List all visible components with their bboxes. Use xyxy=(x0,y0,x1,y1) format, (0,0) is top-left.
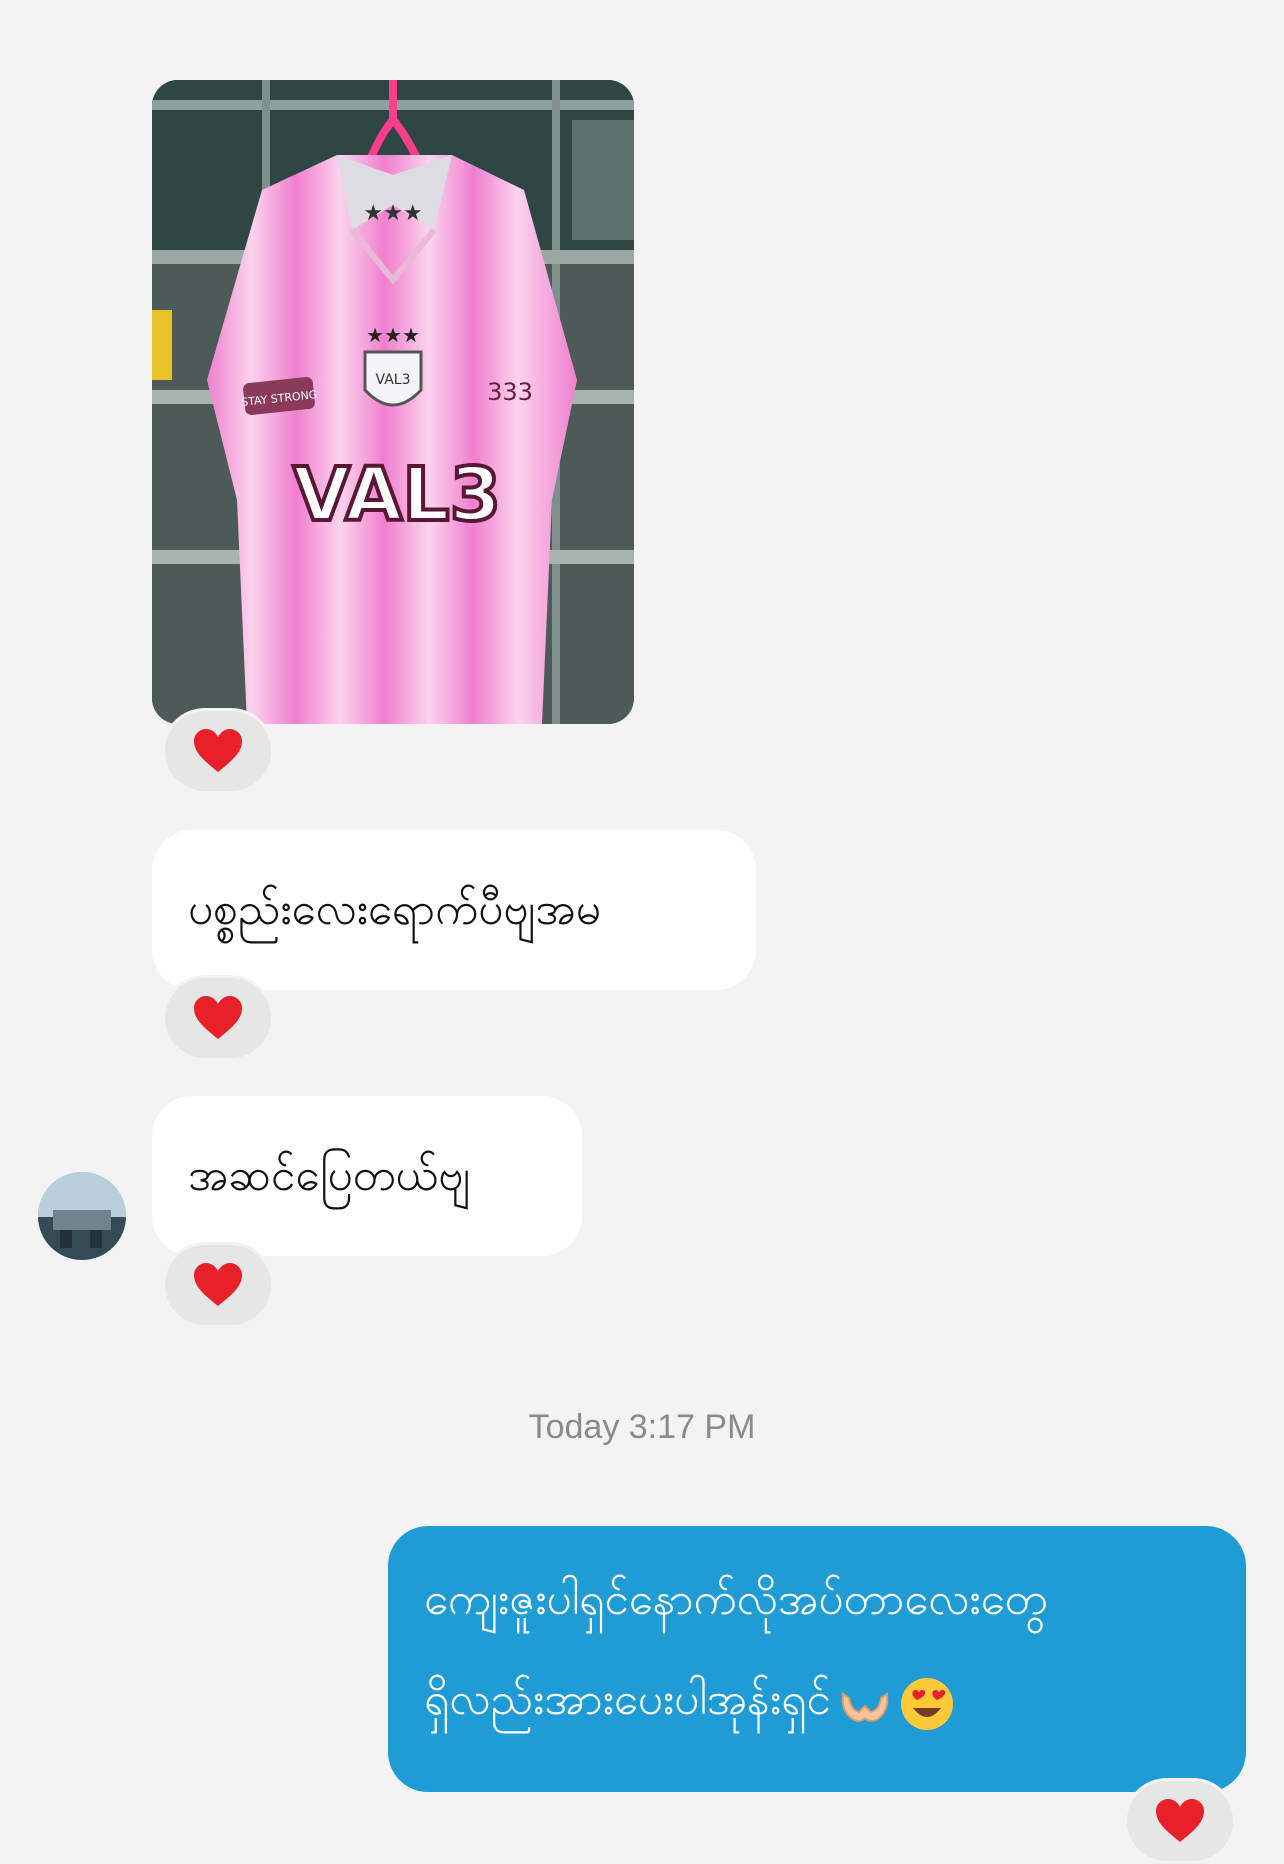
message-text: ရှိလည်းအားပေးပါအုန်းရှင် xyxy=(424,1674,831,1725)
jersey-wordmark: VAL3 xyxy=(293,452,501,538)
svg-text:★★★: ★★★ xyxy=(366,323,420,347)
reaction-pill[interactable] xyxy=(162,975,274,1061)
reaction-pill[interactable] xyxy=(162,1242,274,1328)
heart-reaction-icon xyxy=(194,729,242,772)
heart-eyes-emoji xyxy=(900,1678,953,1730)
message-text: အဆင်ပြေတယ်ဗျ xyxy=(188,1150,471,1201)
heart-reaction-icon xyxy=(194,1263,242,1306)
photo-message[interactable]: ★★★ ★★★ VAL3 STAY STRONG 333 VAL3 xyxy=(152,80,634,724)
message-text: ပစ္စည်းလေးရောက်ပီဗျအမ xyxy=(188,884,601,935)
heart-reaction-icon xyxy=(194,996,242,1039)
avatar[interactable] xyxy=(38,1172,126,1260)
message-text: ကျေးဇူးပါရှင်နောက်လိုအပ်တာလေးတွေ xyxy=(424,1574,1048,1625)
badge-text: VAL3 xyxy=(376,372,411,388)
jersey-photo: ★★★ ★★★ VAL3 STAY STRONG 333 VAL3 xyxy=(152,80,634,724)
number-text: 333 xyxy=(487,378,533,406)
svg-text:★★★: ★★★ xyxy=(363,201,422,226)
incoming-message[interactable]: ပစ္စည်းလေးရောက်ပီဗျအမ xyxy=(152,830,756,990)
timestamp: Today 3:17 PM xyxy=(528,1408,756,1446)
heart-hands-emoji xyxy=(841,1692,889,1722)
reaction-pill[interactable] xyxy=(162,708,274,794)
heart-reaction-icon xyxy=(1156,1799,1204,1842)
reaction-pill[interactable] xyxy=(1124,1778,1236,1864)
outgoing-message[interactable]: ကျေးဇူးပါရှင်နောက်လိုအပ်တာလေးတွေ ရှိလည်း… xyxy=(388,1526,1246,1792)
incoming-message[interactable]: အဆင်ပြေတယ်ဗျ xyxy=(152,1096,582,1256)
